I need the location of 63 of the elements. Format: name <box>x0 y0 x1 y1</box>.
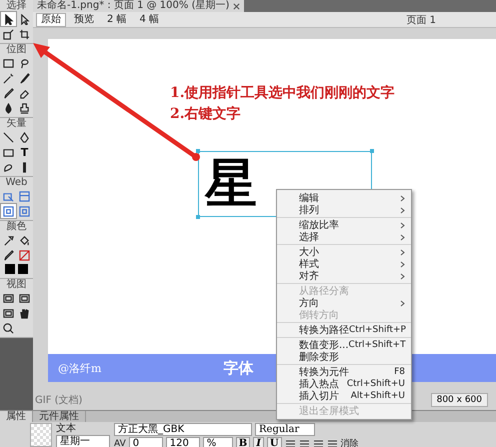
hide-square-icon[interactable] <box>1 204 16 218</box>
view-mode-button[interactable]: 4 幅 <box>134 12 164 26</box>
menu-item[interactable]: 删除变形 <box>277 351 411 363</box>
panel-tab[interactable]: 元件属性 <box>33 411 86 422</box>
canvas-size-button[interactable]: 800 x 600 <box>430 393 488 407</box>
no-color-icon[interactable] <box>17 248 32 262</box>
panel-tab[interactable]: 属性 <box>0 411 33 422</box>
font-dropdown[interactable]: 方正大黑_GBK <box>114 423 252 436</box>
menu-item[interactable]: 数值变形...Ctrl+Shift+T <box>277 339 411 351</box>
show-square-icon[interactable] <box>17 204 32 218</box>
name-field[interactable]: 星期一 <box>56 435 110 447</box>
line-icon[interactable] <box>1 130 16 144</box>
object-thumbnail <box>30 423 52 447</box>
banner-title: 字体 <box>223 358 254 378</box>
document-format: GIF (文档) <box>35 394 82 407</box>
kerning-field[interactable]: 0 <box>128 437 163 447</box>
text-format-button[interactable]: B <box>236 437 250 447</box>
leading-field[interactable]: 120 <box>166 437 200 447</box>
menu-item[interactable]: 样式 <box>277 258 411 270</box>
slice-icon[interactable] <box>17 189 32 203</box>
fill-color-swatch[interactable] <box>18 264 28 274</box>
annotation-text: 2.右键文字 <box>170 104 242 124</box>
align-icon[interactable] <box>284 438 296 447</box>
menu-item[interactable]: 选择 <box>277 231 411 243</box>
scale-icon[interactable] <box>1 27 16 41</box>
text-format-button[interactable]: U <box>266 437 282 447</box>
toolbox-section-label: 视图 <box>6 279 26 291</box>
align-icon[interactable] <box>312 438 324 447</box>
menu-item[interactable]: 方向 <box>277 297 411 309</box>
menu-item[interactable]: 插入切片 Alt+Shift+U <box>277 390 411 402</box>
menu-item[interactable]: 缩放比率 <box>277 219 411 231</box>
style-dropdown[interactable]: Regular <box>255 423 315 436</box>
menu-item[interactable]: 转换为元件 F8 <box>277 366 411 378</box>
zoom-icon[interactable] <box>1 321 16 335</box>
toolbox-section-label: 颜色 <box>6 221 26 233</box>
toolbox-section-label: Web <box>6 177 28 189</box>
view-mode-button[interactable]: 预览 <box>69 12 99 26</box>
pointer-icon[interactable] <box>1 12 16 26</box>
crop-icon[interactable] <box>17 27 32 41</box>
menu-item[interactable]: 对齐 <box>277 270 411 282</box>
toolbox-section-label: 位图 <box>6 44 26 56</box>
object-type-label: 文本 <box>56 423 77 434</box>
antialias-label: 消除 <box>340 438 359 447</box>
page-label[interactable]: 页面 1 <box>406 12 436 26</box>
view-mode-button[interactable]: 2 幅 <box>102 12 132 26</box>
close-icon[interactable] <box>233 2 240 10</box>
document-tab[interactable]: 未命名-1.png* : 页面 1 @ 100% (星期一) <box>33 0 244 12</box>
credit-text: @洛纤m <box>58 360 102 376</box>
align-icon[interactable] <box>298 438 310 447</box>
stroke-color-swatch[interactable] <box>5 264 15 274</box>
toolbox-section-label: 选择 <box>6 0 26 12</box>
text-tool-button[interactable]: T <box>17 145 32 159</box>
kerning-label: AV <box>114 438 126 447</box>
text-format-button[interactable]: I <box>253 437 264 447</box>
menu-item[interactable]: 转换为路径Ctrl+Shift+P <box>277 324 411 336</box>
toolbox-section-label: 矢量 <box>6 118 26 130</box>
menu-item[interactable]: 插入热点 Ctrl+Shift+U <box>277 378 411 390</box>
menu-item[interactable]: 大小 <box>277 246 411 258</box>
annotation-text: 1.使用指针工具选中我们刚刚的文字 <box>170 84 396 103</box>
leading-unit-dropdown[interactable]: % <box>202 437 233 447</box>
align-icon[interactable] <box>326 438 338 447</box>
wand-icon[interactable] <box>1 71 16 85</box>
view-mode-button[interactable]: 原始 <box>36 12 66 26</box>
